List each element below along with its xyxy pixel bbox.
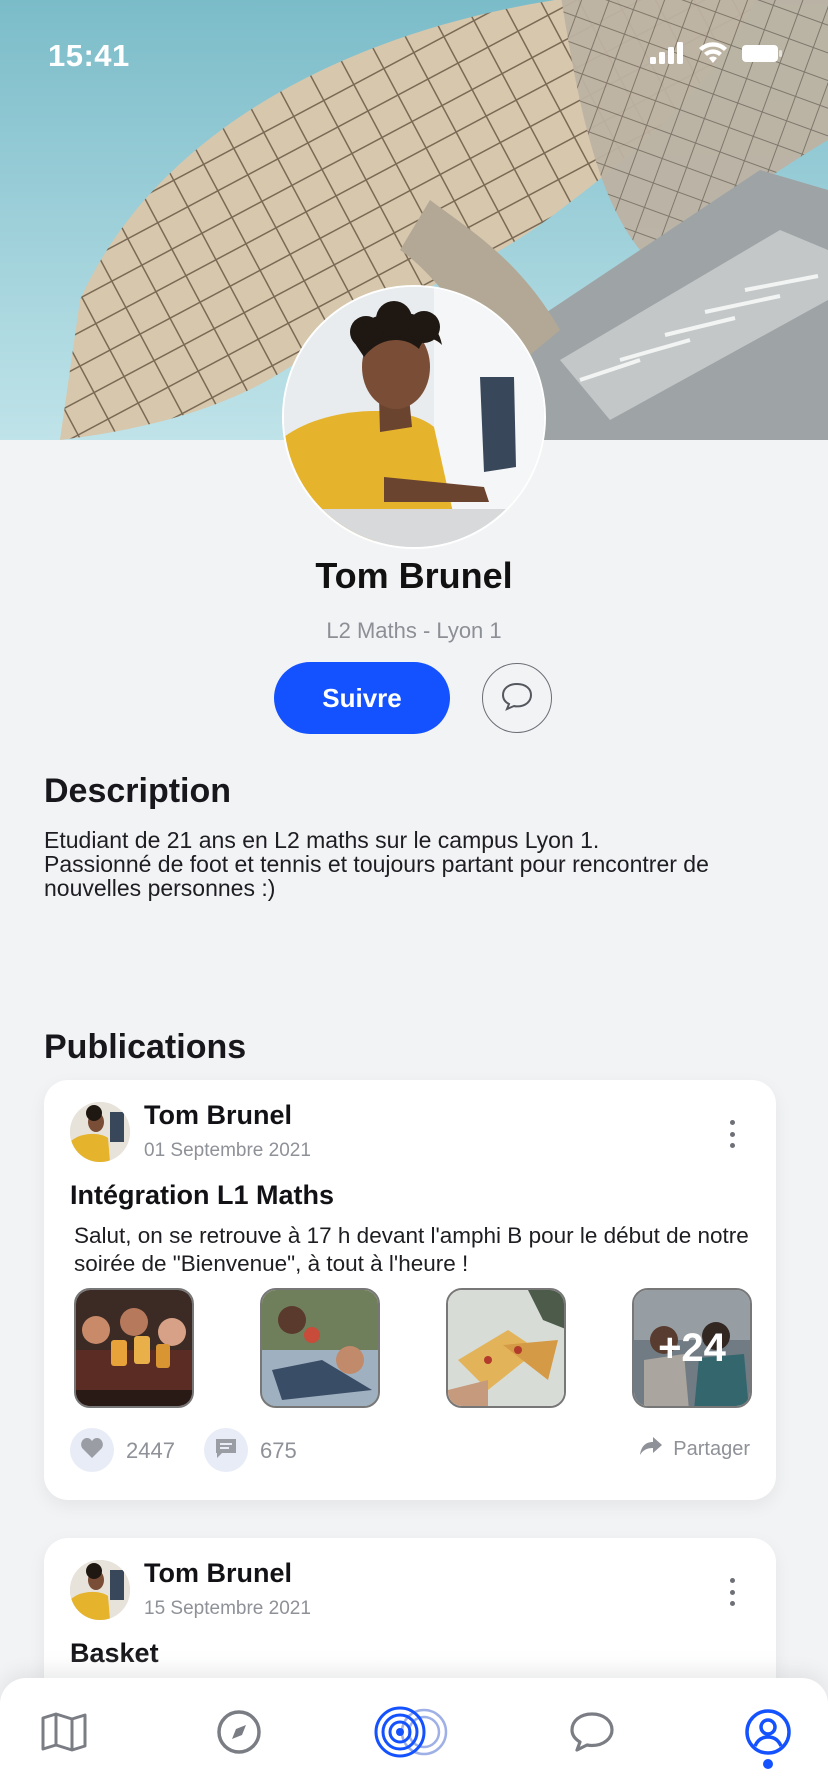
message-button[interactable] — [482, 663, 552, 733]
post-actions: 2447 675 Partager — [70, 1428, 750, 1476]
post-author-name[interactable]: Tom Brunel — [144, 1100, 292, 1131]
like-count: 2447 — [126, 1438, 175, 1463]
cellular-signal-icon — [650, 42, 684, 69]
active-tab-indicator — [763, 1759, 773, 1769]
share-arrow-icon — [639, 1436, 663, 1462]
chat-bubble-icon — [500, 681, 534, 716]
more-options-icon[interactable] — [726, 1120, 738, 1148]
post-photo-gallery: +24 — [74, 1288, 752, 1408]
profile-subtitle: L2 Maths - Lyon 1 — [326, 618, 502, 643]
more-options-icon[interactable] — [726, 1578, 738, 1606]
nav-explore[interactable] — [207, 1702, 271, 1766]
comment-count: 675 — [260, 1438, 297, 1463]
profile-name: Tom Brunel — [315, 555, 513, 596]
map-icon — [40, 1712, 88, 1757]
description-text: Etudiant de 21 ans en L2 maths sur le ca… — [44, 828, 784, 900]
post-date: 15 Septembre 2021 — [144, 1598, 311, 1619]
more-photos-count: +24 — [634, 1290, 750, 1406]
nav-profile[interactable] — [736, 1702, 800, 1766]
comment-icon — [214, 1437, 238, 1464]
like-button[interactable] — [70, 1428, 114, 1472]
nav-messages[interactable] — [560, 1702, 624, 1766]
status-time: 15:41 — [48, 38, 130, 73]
profile-avatar — [282, 285, 546, 549]
post-title: Intégration L1 Maths — [70, 1180, 335, 1210]
post-photo[interactable] — [446, 1288, 566, 1408]
description-line: nouvelles personnes :) — [44, 875, 276, 901]
post-author-avatar[interactable] — [70, 1560, 130, 1620]
bottom-navigation — [0, 1678, 828, 1792]
radar-icon — [374, 1706, 454, 1763]
follow-button[interactable]: Suivre — [274, 662, 450, 734]
nav-radar[interactable] — [372, 1702, 456, 1766]
description-line: Etudiant de 21 ans en L2 maths sur le ca… — [44, 827, 600, 853]
publications-heading: Publications — [44, 1028, 247, 1066]
compass-icon — [216, 1709, 262, 1760]
chat-icon — [568, 1711, 616, 1758]
description-line: Passionné de foot et tennis et toujours … — [44, 851, 709, 877]
post-photo-more[interactable]: +24 — [632, 1288, 752, 1408]
nav-map[interactable] — [32, 1702, 96, 1766]
post-card[interactable]: Tom Brunel 01 Septembre 2021 Intégration… — [44, 1080, 776, 1500]
heart-icon — [80, 1437, 104, 1464]
comment-button[interactable] — [204, 1428, 248, 1472]
share-button[interactable]: Partager — [639, 1436, 750, 1462]
post-text: Salut, on se retrouve à 17 h devant l'am… — [74, 1223, 749, 1276]
post-date: 01 Septembre 2021 — [144, 1140, 311, 1161]
battery-icon — [742, 42, 782, 69]
share-label: Partager — [673, 1437, 750, 1460]
description-heading: Description — [44, 772, 232, 810]
post-author-avatar[interactable] — [70, 1102, 130, 1162]
post-photo[interactable] — [74, 1288, 194, 1408]
post-author-name[interactable]: Tom Brunel — [144, 1558, 292, 1589]
status-bar: 15:41 — [0, 0, 828, 110]
post-photo[interactable] — [260, 1288, 380, 1408]
wifi-icon — [698, 42, 728, 69]
profile-icon — [744, 1708, 792, 1761]
